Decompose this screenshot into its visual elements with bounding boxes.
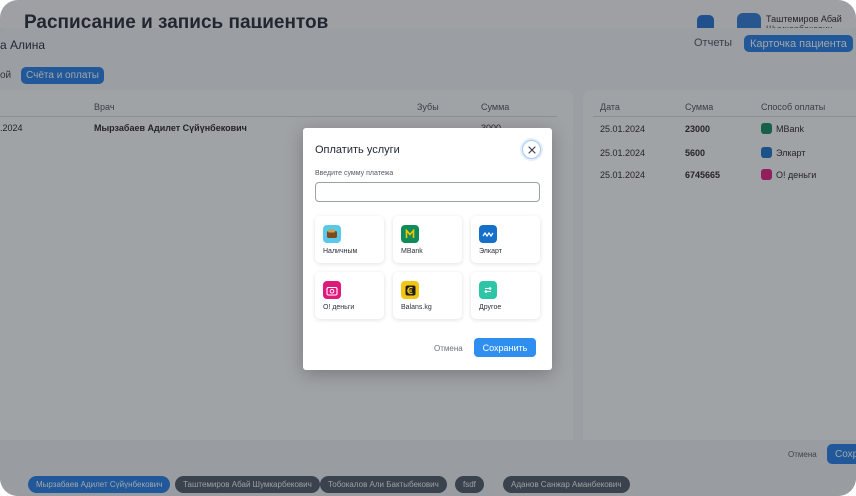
payment-method-elcart[interactable]: Элкарт (471, 216, 540, 263)
screen-frame: Расписание и запись пациентов Таштемиров… (0, 0, 856, 496)
tile-label: Элкарт (479, 248, 502, 255)
modal-title: Оплатить услуги (315, 144, 400, 156)
payment-method-o-dengi[interactable]: О! деньги (315, 272, 384, 319)
amount-input[interactable] (315, 182, 540, 202)
wallet-icon (323, 225, 341, 243)
payment-modal: Оплатить услуги Введите сумму платежа На… (303, 128, 552, 370)
balans-icon (401, 281, 419, 299)
tile-label: MBank (401, 248, 423, 255)
o-dengi-icon (323, 281, 341, 299)
cancel-button[interactable]: Отмена (434, 344, 463, 353)
tile-label: О! деньги (323, 304, 355, 311)
payment-method-mbank[interactable]: MBank (393, 216, 462, 263)
tile-label: Balans.kg (401, 304, 432, 311)
mbank-icon (401, 225, 419, 243)
close-button[interactable] (522, 140, 541, 159)
other-icon (479, 281, 497, 299)
payment-method-other[interactable]: Другое (471, 272, 540, 319)
save-button[interactable]: Сохранить (474, 338, 536, 357)
elcart-icon (479, 225, 497, 243)
tile-label: Наличным (323, 248, 358, 255)
close-icon (527, 145, 536, 154)
tile-label: Другое (479, 304, 502, 311)
payment-method-cash[interactable]: Наличным (315, 216, 384, 263)
amount-label: Введите сумму платежа (315, 170, 394, 177)
payment-method-balans[interactable]: Balans.kg (393, 272, 462, 319)
